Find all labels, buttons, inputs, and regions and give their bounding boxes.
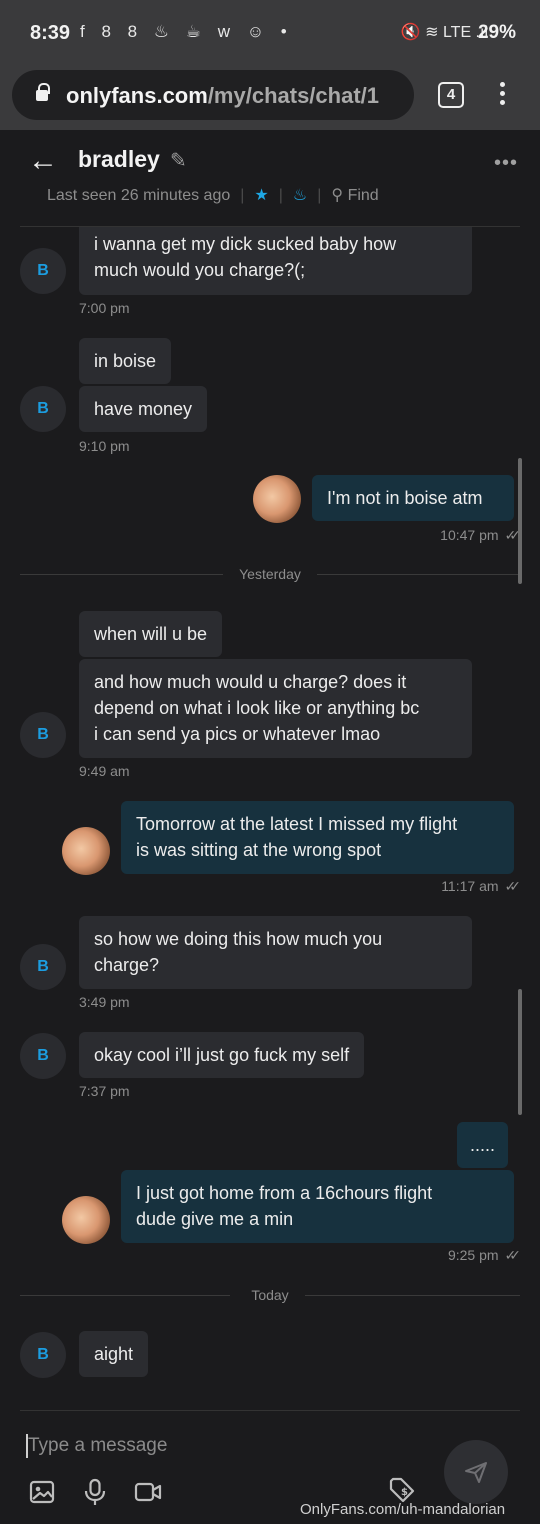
read-checkmarks-icon: ✓✓ <box>504 527 522 543</box>
status-bar: 8:39 f 8 8 ♨ ☕ w ☺ • 🔇 ≋ LTE .ıl 29% <box>0 0 540 64</box>
contact-avatar[interactable]: B <box>20 944 66 990</box>
read-checkmarks-icon: ✓✓ <box>504 1247 522 1263</box>
incoming-message-bubble: in boise <box>79 338 172 384</box>
more-options-icon[interactable]: ••• <box>494 152 518 175</box>
message-line: much would you charge?(; <box>94 260 306 280</box>
incoming-message-bubble: have money <box>79 386 208 432</box>
incoming-message-bubble: and how much would u charge? does it dep… <box>79 659 472 758</box>
outgoing-message-bubble: Tomorrow at the latest I missed my fligh… <box>121 801 514 874</box>
contact-subline: Last seen 26 minutes ago | ★ | ♨ | ⚲ Find <box>47 187 379 204</box>
message-time: 9:10 pm <box>79 438 130 454</box>
message-time: 7:00 pm <box>79 300 130 316</box>
message-composer: $ OnlyFans.com/uh-mandalorian <box>0 1392 540 1524</box>
message-time-text: 10:47 pm <box>440 527 499 543</box>
outgoing-message-bubble: I just got home from a 16chours flight d… <box>121 1170 514 1243</box>
chat-header: ← bradley ✎ ••• Last seen 26 minutes ago… <box>0 130 540 227</box>
find-button[interactable]: ⚲ Find <box>331 187 378 204</box>
read-checkmarks-icon: ✓✓ <box>504 878 522 894</box>
day-separator-label: Today <box>251 1287 289 1303</box>
incoming-message-bubble: okay cool i’ll just go fuck my self <box>79 1032 365 1078</box>
message-line: ..... <box>470 1135 496 1155</box>
message-line: have money <box>94 399 193 419</box>
day-separator-label: Yesterday <box>239 566 301 582</box>
svg-text:$: $ <box>401 1487 408 1498</box>
message-line: depend on what i look like or anything b… <box>94 698 420 718</box>
composer-divider <box>20 1410 520 1411</box>
url-path: /my/chats/chat/1 <box>207 83 379 108</box>
my-avatar[interactable] <box>62 1196 110 1244</box>
price-tag-icon[interactable]: $ <box>388 1476 416 1504</box>
my-avatar[interactable] <box>253 475 301 523</box>
contact-avatar[interactable]: B <box>20 1332 66 1378</box>
contact-avatar[interactable]: B <box>20 248 66 294</box>
scrollbar-thumb[interactable] <box>518 989 522 1115</box>
message-line: I'm not in boise atm <box>327 488 483 508</box>
contact-avatar[interactable]: B <box>20 1033 66 1079</box>
image-icon[interactable] <box>28 1478 56 1506</box>
last-seen-text: Last seen 26 minutes ago <box>47 187 231 204</box>
url-host: onlyfans.com <box>66 83 208 108</box>
message-line: I just got home from a 16chours flight <box>136 1183 433 1203</box>
star-icon[interactable]: ★ <box>254 187 268 204</box>
message-line: and how much would u charge? does it <box>94 672 407 692</box>
tab-switcher-button[interactable]: 4 <box>438 82 464 108</box>
message-time-text: 9:25 pm <box>447 1247 499 1263</box>
browser-toolbar: onlyfans.com/my/chats/chat/1 4 <box>0 64 540 130</box>
incoming-message-bubble: aight <box>79 1331 149 1377</box>
outgoing-message-bubble: ..... <box>457 1122 509 1168</box>
send-icon <box>465 1462 487 1483</box>
message-line: is was sitting at the wrong spot <box>136 840 382 860</box>
battery-level: 29% <box>477 22 516 43</box>
pencil-icon[interactable]: ✎ <box>170 148 187 173</box>
message-time: 3:49 pm <box>79 994 130 1010</box>
message-time: 9:25 pm ✓✓ <box>380 1247 522 1264</box>
message-list[interactable]: B i wanna get my dick sucked baby how mu… <box>0 227 540 1392</box>
incoming-message-bubble: so how we doing this how much you charge… <box>79 916 472 989</box>
contact-avatar[interactable]: B <box>20 712 66 758</box>
send-button[interactable] <box>444 1440 508 1504</box>
message-line: okay cool i’ll just go fuck my self <box>94 1045 350 1065</box>
message-line: in boise <box>94 351 157 371</box>
outgoing-message-bubble: I'm not in boise atm <box>312 475 514 521</box>
message-line: charge? <box>94 955 160 975</box>
incoming-message-bubble: i wanna get my dick sucked baby how much… <box>79 227 472 295</box>
message-time: 7:37 pm <box>79 1083 130 1099</box>
message-input[interactable] <box>28 1430 408 1462</box>
bell-icon[interactable]: ♨ <box>293 187 307 204</box>
message-line: so how we doing this how much you <box>94 929 383 949</box>
watermark-text: OnlyFans.com/uh-mandalorian <box>300 1501 506 1518</box>
browser-menu-icon[interactable] <box>494 80 510 110</box>
address-bar[interactable]: onlyfans.com/my/chats/chat/1 <box>12 70 414 120</box>
message-line: i wanna get my dick sucked baby how <box>94 234 397 254</box>
message-time: 9:49 am <box>79 763 130 779</box>
find-label: Find <box>347 187 379 204</box>
message-line: dude give me a min <box>136 1209 294 1229</box>
message-line: aight <box>94 1344 134 1364</box>
message-line: when will u be <box>94 624 208 644</box>
day-separator: Yesterday <box>20 564 520 584</box>
network-icons: 🔇 ≋ LTE .ıl <box>400 24 488 41</box>
notification-icons: f 8 8 ♨ ☕ w ☺ • <box>80 22 293 41</box>
contact-name[interactable]: bradley <box>78 146 160 173</box>
message-line: i can send ya pics or whatever lmao <box>94 724 381 744</box>
video-camera-icon[interactable] <box>134 1478 162 1506</box>
contact-avatar[interactable]: B <box>20 386 66 432</box>
lock-icon <box>36 83 50 101</box>
url-text[interactable]: onlyfans.com/my/chats/chat/1 <box>66 83 379 109</box>
message-time: 10:47 pm ✓✓ <box>380 527 522 544</box>
my-avatar[interactable] <box>62 827 110 875</box>
microphone-icon[interactable] <box>81 1478 109 1506</box>
message-time: 11:17 am ✓✓ <box>380 878 522 895</box>
incoming-message-bubble: when will u be <box>79 611 223 657</box>
message-time-text: 11:17 am <box>441 878 499 894</box>
status-time: 8:39 <box>30 22 71 44</box>
message-line: Tomorrow at the latest I missed my fligh… <box>136 814 458 834</box>
day-separator: Today <box>20 1285 520 1305</box>
scrollbar-thumb[interactable] <box>518 458 522 584</box>
back-arrow-icon[interactable]: ← <box>28 146 58 176</box>
